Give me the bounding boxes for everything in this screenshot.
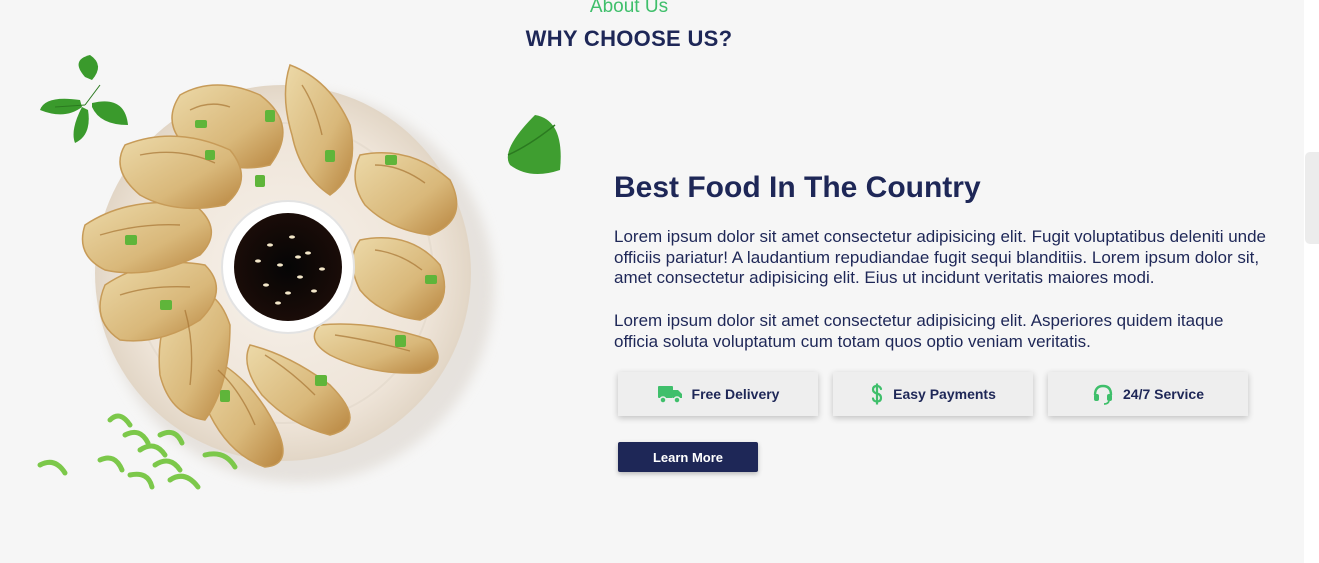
paragraph-line: officiis pariatur! A laudantium repudian… [614,247,1260,267]
dumplings-plate-image [37,55,561,490]
headset-icon [1092,383,1114,405]
dollar-icon [870,383,884,405]
section-eyebrow: About Us [589,0,669,17]
paragraph-line: amet consectetur adipisicing elit. Eius … [614,268,1155,288]
feature-24-7-service[interactable]: 24/7 Service [1048,372,1248,416]
paragraph-line: officia soluta voluptatum cum totam quos… [614,331,1091,351]
feature-label: 24/7 Service [1123,386,1204,402]
section-title: WHY CHOOSE US? [525,26,733,51]
content-paragraph-2: Lorem ipsum dolor sit amet consectetur a… [614,311,1319,352]
content-heading: Best Food In The Country [614,171,981,204]
feature-label: Easy Payments [893,386,996,402]
feature-label: Free Delivery [691,386,780,402]
feature-easy-payments[interactable]: Easy Payments [833,372,1033,416]
paragraph-line: Lorem ipsum dolor sit amet consectetur a… [614,311,1224,330]
feature-free-delivery[interactable]: Free Delivery [618,372,818,416]
content-paragraph-1: Lorem ipsum dolor sit amet consectetur a… [614,227,1319,289]
truck-icon [657,384,683,404]
learn-more-button[interactable]: Learn More [618,442,758,472]
paragraph-line: Lorem ipsum dolor sit amet consectetur a… [614,227,1267,246]
